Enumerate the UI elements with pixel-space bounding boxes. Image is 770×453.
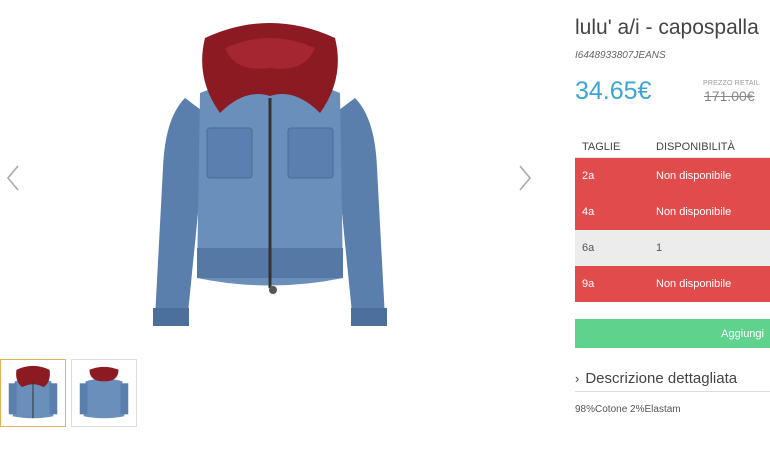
- size-availability: Non disponibile: [656, 206, 732, 218]
- thumbnail-strip: [0, 359, 137, 427]
- thumbnail-back[interactable]: [71, 359, 137, 427]
- size-availability: Non disponibile: [656, 278, 732, 290]
- add-to-cart-button[interactable]: Aggiungi: [575, 319, 770, 348]
- thumbnail-front[interactable]: [0, 359, 66, 427]
- size-row-4a[interactable]: 4a Non disponibile: [575, 194, 770, 230]
- product-price: 34.65€: [575, 77, 652, 105]
- chevron-right-icon: ›: [575, 371, 580, 386]
- size-row-2a[interactable]: 2a Non disponibile: [575, 158, 770, 194]
- product-title: lulu' a/i - capospalla: [575, 16, 759, 39]
- size-label: 9a: [582, 278, 595, 290]
- size-availability: Non disponibile: [656, 170, 732, 182]
- size-row-9a[interactable]: 9a Non disponibile: [575, 266, 770, 302]
- chevron-left-icon[interactable]: [2, 160, 26, 196]
- size-row-6a[interactable]: 6a 1: [575, 230, 770, 266]
- retail-price-label: PREZZO RETAIL: [703, 80, 760, 87]
- size-label: 2a: [582, 170, 595, 182]
- sizes-table: TAGLIE DISPONIBILITÀ 2a Non disponibile …: [575, 136, 770, 302]
- size-label: 4a: [582, 206, 595, 218]
- availability-column-header: DISPONIBILITÀ: [656, 140, 735, 153]
- product-gallery: [0, 0, 550, 453]
- size-availability: 1: [656, 242, 663, 254]
- description-toggle-label: Descrizione dettagliata: [585, 370, 738, 387]
- product-main-image: [153, 23, 387, 326]
- description-text: 98%Cotone 2%Elastam: [575, 404, 681, 415]
- size-column-header: TAGLIE: [582, 140, 621, 153]
- chevron-right-icon[interactable]: [512, 160, 536, 196]
- description-toggle[interactable]: › Descrizione dettagliata: [575, 366, 770, 392]
- sizes-table-header: TAGLIE DISPONIBILITÀ: [575, 136, 770, 158]
- product-sku: I6448933807JEANS: [575, 50, 666, 61]
- retail-price: 171.00€: [704, 88, 755, 104]
- size-label: 6a: [582, 242, 595, 254]
